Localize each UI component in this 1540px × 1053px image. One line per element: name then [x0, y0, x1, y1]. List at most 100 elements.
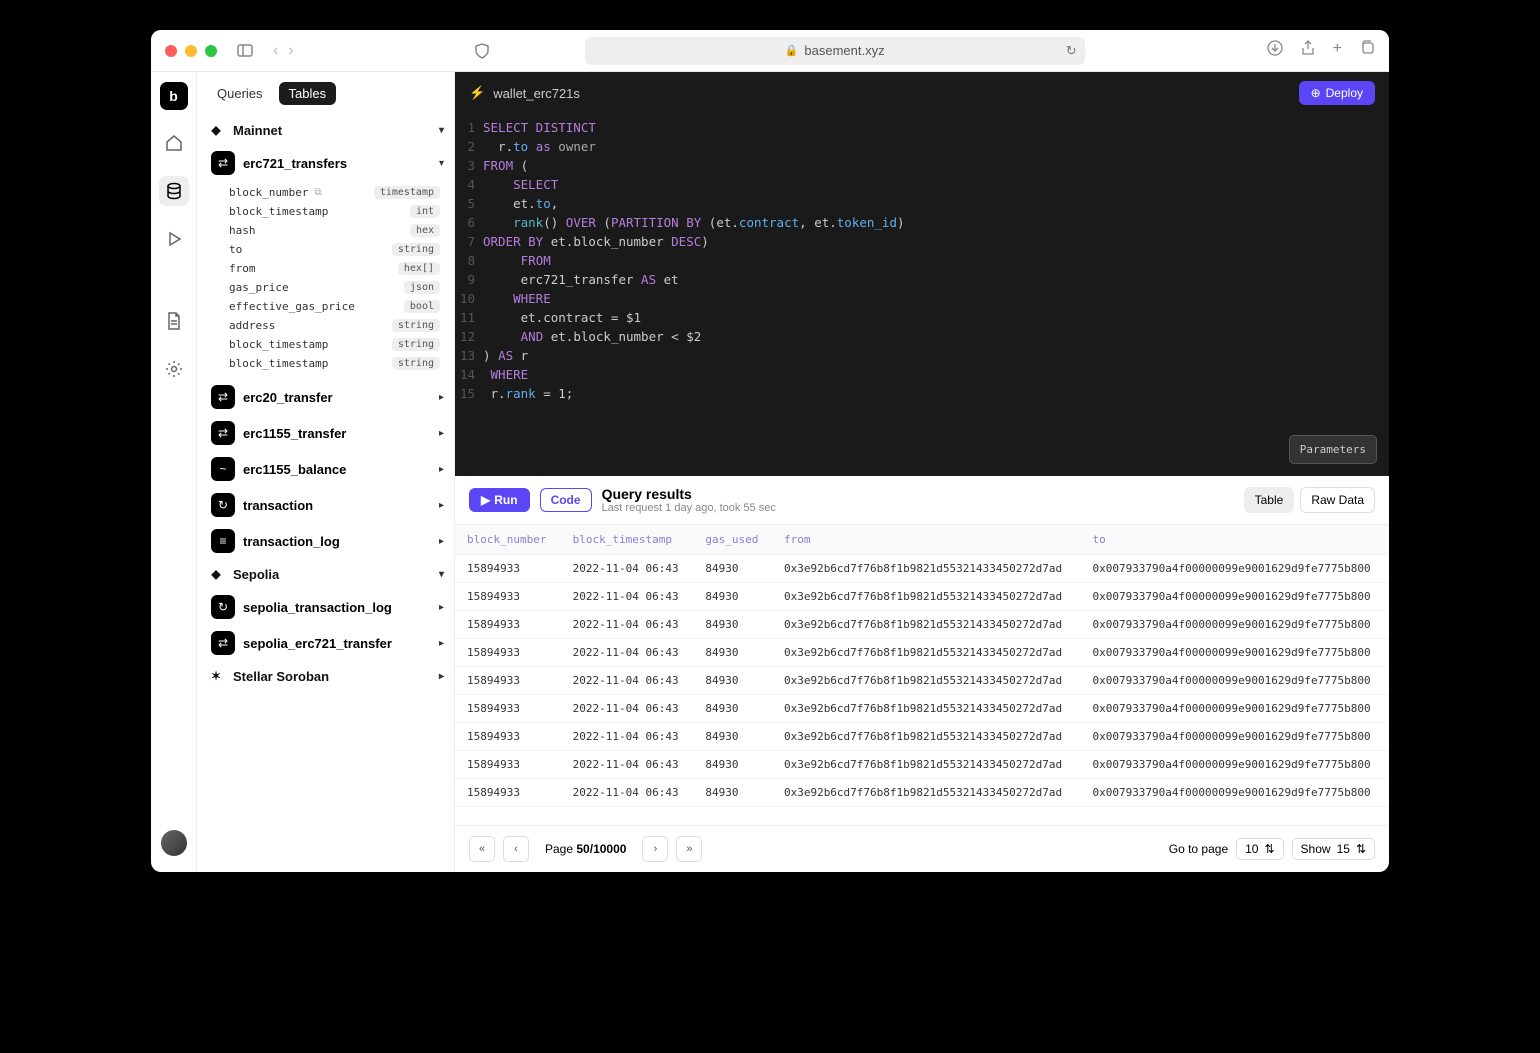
column-type: hex[] — [398, 262, 440, 275]
network-sepolia[interactable]: ◆Sepolia▾ — [197, 559, 454, 589]
column-hash[interactable]: hash⧉hex — [197, 221, 454, 240]
table-erc721_transfers[interactable]: ⇄erc721_transfers▾ — [201, 145, 454, 181]
main-panel: ⚡ wallet_erc721s ⊕ Deploy 12345678910111… — [455, 72, 1389, 872]
titlebar: ‹ › 🔒 basement.xyz ↻ + — [151, 30, 1389, 72]
reload-icon[interactable]: ↻ — [1066, 43, 1077, 59]
pagination: « ‹ Page 50/10000 › » Go to page 10⇅ Sho… — [455, 825, 1389, 872]
sidebar-tab-tables[interactable]: Tables — [279, 82, 337, 105]
column-type: string — [392, 243, 440, 256]
download-icon[interactable] — [1267, 40, 1283, 61]
network-icon: ◆ — [207, 121, 225, 139]
column-from[interactable]: from⧉hex[] — [197, 259, 454, 278]
table-icon: ⇄ — [211, 421, 235, 445]
database-icon[interactable] — [159, 176, 189, 206]
copy-icon[interactable]: ⧉ — [314, 187, 321, 198]
result-row[interactable]: 158949332022-11-04 06:43849300x3e92b6cd7… — [455, 555, 1389, 583]
column-block_timestamp[interactable]: block_timestamp⧉string — [197, 354, 454, 373]
column-to[interactable]: to⧉string — [197, 240, 454, 259]
results-title: Query results — [602, 486, 776, 502]
play-icon[interactable] — [159, 224, 189, 254]
deploy-icon: ⊕ — [1311, 86, 1321, 100]
traffic-lights — [165, 45, 217, 57]
next-page-button[interactable]: › — [642, 836, 668, 862]
deploy-button[interactable]: ⊕ Deploy — [1299, 81, 1375, 105]
column-type: bool — [404, 300, 440, 313]
table-transaction[interactable]: ↻transaction▸ — [201, 487, 454, 523]
table-icon: ⇄ — [211, 385, 235, 409]
column-address[interactable]: address⧉string — [197, 316, 454, 335]
sidebar-toggle-icon[interactable] — [233, 39, 257, 63]
maximize-window[interactable] — [205, 45, 217, 57]
network-stellar-soroban[interactable]: ✶Stellar Soroban▸ — [197, 661, 454, 691]
result-row[interactable]: 158949332022-11-04 06:43849300x3e92b6cd7… — [455, 723, 1389, 751]
result-row[interactable]: 158949332022-11-04 06:43849300x3e92b6cd7… — [455, 583, 1389, 611]
settings-icon[interactable] — [159, 354, 189, 384]
user-avatar[interactable] — [161, 830, 187, 856]
network-icon: ◆ — [207, 565, 225, 583]
share-icon[interactable] — [1301, 40, 1315, 61]
table-erc20_transfer[interactable]: ⇄erc20_transfer▸ — [201, 379, 454, 415]
back-button[interactable]: ‹ — [273, 42, 278, 60]
column-type: string — [392, 319, 440, 332]
column-header-from[interactable]: from — [772, 525, 1081, 555]
network-mainnet[interactable]: ◆Mainnet▾ — [197, 115, 454, 145]
document-icon[interactable] — [159, 306, 189, 336]
sql-editor[interactable]: 123456789101112131415 SELECT DISTINCT r.… — [455, 114, 1389, 476]
close-window[interactable] — [165, 45, 177, 57]
column-block_timestamp[interactable]: block_timestamp⧉int — [197, 202, 454, 221]
result-row[interactable]: 158949332022-11-04 06:43849300x3e92b6cd7… — [455, 639, 1389, 667]
network-icon: ✶ — [207, 667, 225, 685]
results-header: ▶ Run Code Query results Last request 1 … — [455, 476, 1389, 525]
column-header-block_timestamp[interactable]: block_timestamp — [561, 525, 694, 555]
column-type: string — [392, 357, 440, 370]
plus-icon[interactable]: + — [1333, 40, 1342, 61]
column-effective_gas_price[interactable]: effective_gas_price⧉bool — [197, 297, 454, 316]
column-gas_price[interactable]: gas_price⧉json — [197, 278, 454, 297]
result-row[interactable]: 158949332022-11-04 06:43849300x3e92b6cd7… — [455, 611, 1389, 639]
table-sepolia_erc721_transfer[interactable]: ⇄sepolia_erc721_transfer▸ — [201, 625, 454, 661]
result-row[interactable]: 158949332022-11-04 06:43849300x3e92b6cd7… — [455, 667, 1389, 695]
table-icon: ↻ — [211, 493, 235, 517]
table-icon: ↻ — [211, 595, 235, 619]
view-tab-table[interactable]: Table — [1244, 487, 1295, 513]
table-erc1155_balance[interactable]: ~erc1155_balance▸ — [201, 451, 454, 487]
parameters-button[interactable]: Parameters — [1289, 435, 1377, 464]
view-tab-raw-data[interactable]: Raw Data — [1300, 487, 1375, 513]
prev-page-button[interactable]: ‹ — [503, 836, 529, 862]
column-header-to[interactable]: to — [1080, 525, 1389, 555]
column-header-gas_used[interactable]: gas_used — [693, 525, 772, 555]
table-icon: ⇄ — [211, 631, 235, 655]
last-page-button[interactable]: » — [676, 836, 702, 862]
column-block_number[interactable]: block_number⧉timestamp — [197, 183, 454, 202]
result-row[interactable]: 158949332022-11-04 06:43849300x3e92b6cd7… — [455, 751, 1389, 779]
tabs-icon[interactable] — [1360, 40, 1375, 61]
minimize-window[interactable] — [185, 45, 197, 57]
result-row[interactable]: 158949332022-11-04 06:43849300x3e92b6cd7… — [455, 695, 1389, 723]
bolt-icon: ⚡ — [469, 85, 485, 101]
column-type: timestamp — [374, 186, 440, 199]
table-icon: ≡ — [211, 529, 235, 553]
page-size-select[interactable]: Show 15⇅ — [1292, 838, 1375, 860]
column-type: string — [392, 338, 440, 351]
sidebar: Queries Tables ◆Mainnet▾⇄erc721_transfers… — [197, 72, 455, 872]
table-transaction_log[interactable]: ≡transaction_log▸ — [201, 523, 454, 559]
code-button[interactable]: Code — [540, 488, 592, 512]
forward-button[interactable]: › — [288, 42, 293, 60]
column-block_timestamp[interactable]: block_timestamp⧉string — [197, 335, 454, 354]
run-button[interactable]: ▶ Run — [469, 488, 530, 512]
first-page-button[interactable]: « — [469, 836, 495, 862]
result-row[interactable]: 158949332022-11-04 06:43849300x3e92b6cd7… — [455, 779, 1389, 807]
sidebar-tab-queries[interactable]: Queries — [207, 82, 273, 105]
page-indicator: Page 50/10000 — [545, 842, 626, 856]
results-subtitle: Last request 1 day ago, took 55 sec — [602, 502, 776, 514]
goto-page-select[interactable]: 10⇅ — [1236, 838, 1283, 860]
home-icon[interactable] — [159, 128, 189, 158]
table-sepolia_transaction_log[interactable]: ↻sepolia_transaction_log▸ — [201, 589, 454, 625]
url-bar[interactable]: 🔒 basement.xyz ↻ — [585, 37, 1085, 65]
column-type: int — [410, 205, 440, 218]
table-erc1155_transfer[interactable]: ⇄erc1155_transfer▸ — [201, 415, 454, 451]
app-logo[interactable]: b — [160, 82, 188, 110]
workspace-header: ⚡ wallet_erc721s ⊕ Deploy — [455, 72, 1389, 114]
shield-icon[interactable] — [470, 39, 494, 63]
column-header-block_number[interactable]: block_number — [455, 525, 561, 555]
